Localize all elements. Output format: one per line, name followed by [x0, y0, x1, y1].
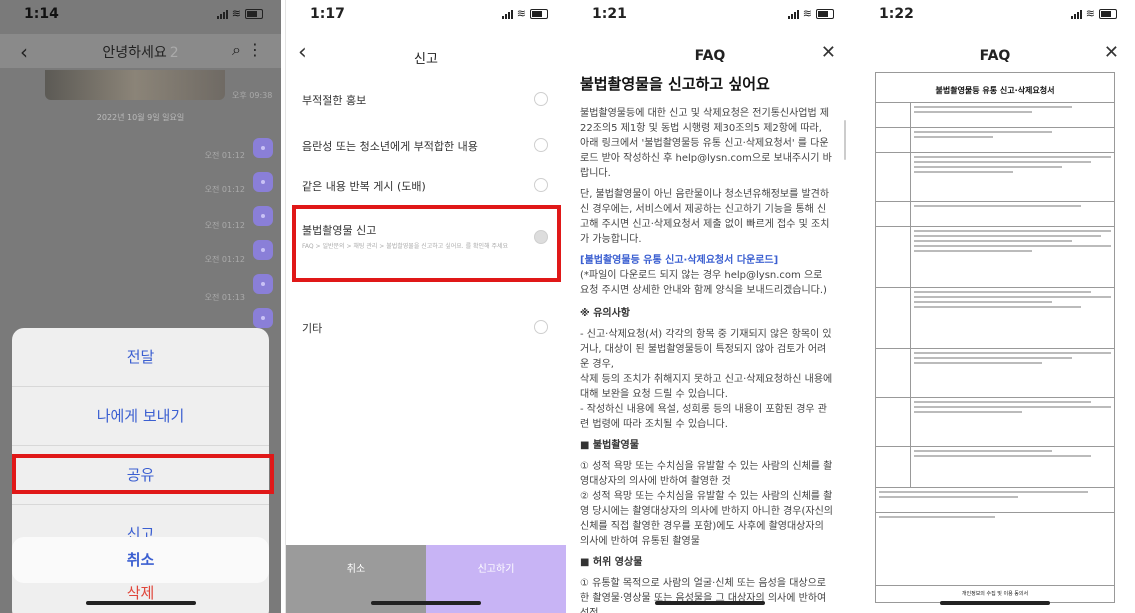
faq-article: 불법촬영물을 신고하고 싶어요 불법촬영물등에 대한 신고 및 삭제요청은 전기…: [568, 74, 852, 613]
status-bar: 1:14 ≋: [0, 0, 281, 34]
scrollbar[interactable]: [844, 120, 846, 160]
message-bubble[interactable]: [253, 172, 273, 192]
signal-icon: [501, 9, 513, 19]
report-reason-other[interactable]: 기타: [286, 306, 566, 352]
status-bar: 1:22 ≋: [855, 0, 1135, 34]
article-paragraph: ① 유통할 목적으로 사람의 얼굴·신체 또는 음성을 대상으로 한 촬영물·영…: [580, 578, 827, 613]
message-time: 오전 01:12: [204, 255, 245, 264]
signal-icon: [1070, 9, 1082, 19]
message-bubble[interactable]: [253, 206, 273, 226]
home-indicator: [940, 601, 1050, 605]
message-time: 오전 01:12: [204, 185, 245, 194]
article-heading: 불법촬영물을 신고하고 싶어요: [580, 75, 770, 93]
battery-icon: [530, 9, 548, 19]
form-footer: 개인정보의 수집 및 이용 동의서: [876, 585, 1114, 602]
message-time: 오전 01:12: [204, 151, 245, 160]
page-title: FAQ: [694, 48, 726, 64]
section-title: ■ 불법촬영물: [580, 440, 639, 451]
message-time: 오후 09:38: [232, 91, 273, 100]
status-time: 1:14: [24, 6, 59, 22]
close-icon[interactable]: ✕: [821, 42, 836, 63]
message-bubble[interactable]: [253, 274, 273, 294]
article-paragraph: 삭제 등의 조치가 취해지지 못하고 신고·삭제요청하신 내용에 대해 보완을 …: [580, 374, 833, 400]
download-form-link[interactable]: [불법촬영물등 유통 신고·삭제요청서 다운로드]: [580, 255, 778, 266]
report-header: ‹ 신고: [286, 34, 566, 74]
status-time: 1:17: [310, 6, 345, 22]
date-divider: 2022년 10월 9일 일요일: [96, 113, 185, 122]
section-title: ※ 유의사항: [580, 308, 631, 319]
wifi-icon: ≋: [1085, 7, 1095, 20]
message-time: 오전 01:13: [204, 293, 245, 302]
send-to-me-button[interactable]: 나에게 보내기: [12, 387, 269, 446]
more-icon[interactable]: ⋮: [247, 40, 263, 59]
wifi-icon: ≋: [802, 7, 812, 20]
article-paragraph: 불법촬영물등에 대한 신고 및 삭제요청은 전기통신사업법 제22조의5 제1항…: [580, 108, 832, 179]
battery-icon: [816, 9, 834, 19]
home-indicator: [655, 601, 765, 605]
forward-button[interactable]: 전달: [12, 328, 269, 387]
radio-button[interactable]: [534, 138, 548, 152]
article-paragraph: (*파일이 다운로드 되지 않는 경우 help@lysn.com 으로 요청 …: [580, 270, 827, 296]
report-reason-promotion[interactable]: 부적절한 홍보: [286, 78, 566, 124]
article-paragraph: ① 성적 욕망 또는 수치심을 유발할 수 있는 사람의 신체를 촬영대상자의 …: [580, 461, 833, 487]
highlight-box: [12, 454, 274, 494]
faq-form-screen: 1:22 ≋ FAQ ✕ 불법촬영물등 유통 신고·삭제요청서 개인정보의 수집…: [855, 0, 1135, 613]
article-paragraph: - 신고·삭제요청(서) 각각의 항목 중 기재되지 않은 항목이 있거나, 대…: [580, 329, 832, 370]
status-time: 1:21: [592, 6, 627, 22]
photo-message[interactable]: [45, 70, 225, 100]
message-bubble[interactable]: [253, 138, 273, 158]
page-title: 신고: [414, 52, 438, 67]
radio-button[interactable]: [534, 92, 548, 106]
radio-button[interactable]: [534, 320, 548, 334]
radio-button[interactable]: [534, 178, 548, 192]
chat-screen: 1:14 ≋ ‹ 안녕하세요 2 ⌕ ⋮ 오후 09:38 2022년 10월 9…: [0, 0, 281, 613]
faq-header: FAQ ✕: [855, 34, 1135, 74]
faq-screen: 1:21 ≋ FAQ ✕ 불법촬영물을 신고하고 싶어요 불법촬영물등에 대한 …: [568, 0, 852, 613]
battery-icon: [1099, 9, 1117, 19]
cancel-button[interactable]: 취소: [12, 537, 269, 583]
search-icon[interactable]: ⌕: [232, 40, 241, 60]
status-bar: 1:21 ≋: [568, 0, 852, 34]
report-form-image: 불법촬영물등 유통 신고·삭제요청서 개인정보의 수집 및 이용 동의서: [875, 72, 1115, 603]
message-bubble[interactable]: [253, 308, 273, 328]
home-indicator: [371, 601, 481, 605]
highlight-box: [292, 205, 561, 282]
faq-header: FAQ ✕: [568, 34, 852, 74]
member-count: 2: [169, 45, 179, 61]
close-icon[interactable]: ✕: [1104, 42, 1119, 63]
status-bar: 1:17 ≋: [286, 0, 566, 34]
article-paragraph: - 작성하신 내용에 욕설, 성희롱 등의 내용이 포함된 경우 관련 법령에 …: [580, 404, 827, 430]
home-indicator: [85, 601, 196, 605]
message-time: 오전 01:12: [204, 221, 245, 230]
signal-icon: [787, 9, 799, 19]
wifi-icon: ≋: [516, 7, 526, 20]
wifi-icon: ≋: [231, 7, 241, 20]
status-time: 1:22: [879, 6, 914, 22]
report-screen: 1:17 ≋ ‹ 신고 부적절한 홍보 음란성 또는 청소년에게 부적합한 내용…: [285, 0, 566, 613]
article-paragraph: ② 성적 욕망 또는 수치심을 유발할 수 있는 사람의 신체를 촬영 당시에는…: [580, 491, 833, 547]
section-title: ■ 허위 영상물: [580, 557, 643, 568]
report-reason-spam[interactable]: 같은 내용 반복 게시 (도배): [286, 164, 566, 210]
signal-icon: [216, 9, 228, 19]
page-title: FAQ: [979, 48, 1011, 64]
chat-header: ‹ 안녕하세요 2 ⌕ ⋮: [0, 34, 281, 68]
battery-icon: [245, 9, 263, 19]
message-bubble[interactable]: [253, 240, 273, 260]
article-paragraph: 단, 불법촬영물이 아닌 음란물이나 청소년유해정보를 발견하신 경우에는, 서…: [580, 189, 830, 245]
form-title: 불법촬영물등 유통 신고·삭제요청서: [935, 86, 1055, 95]
